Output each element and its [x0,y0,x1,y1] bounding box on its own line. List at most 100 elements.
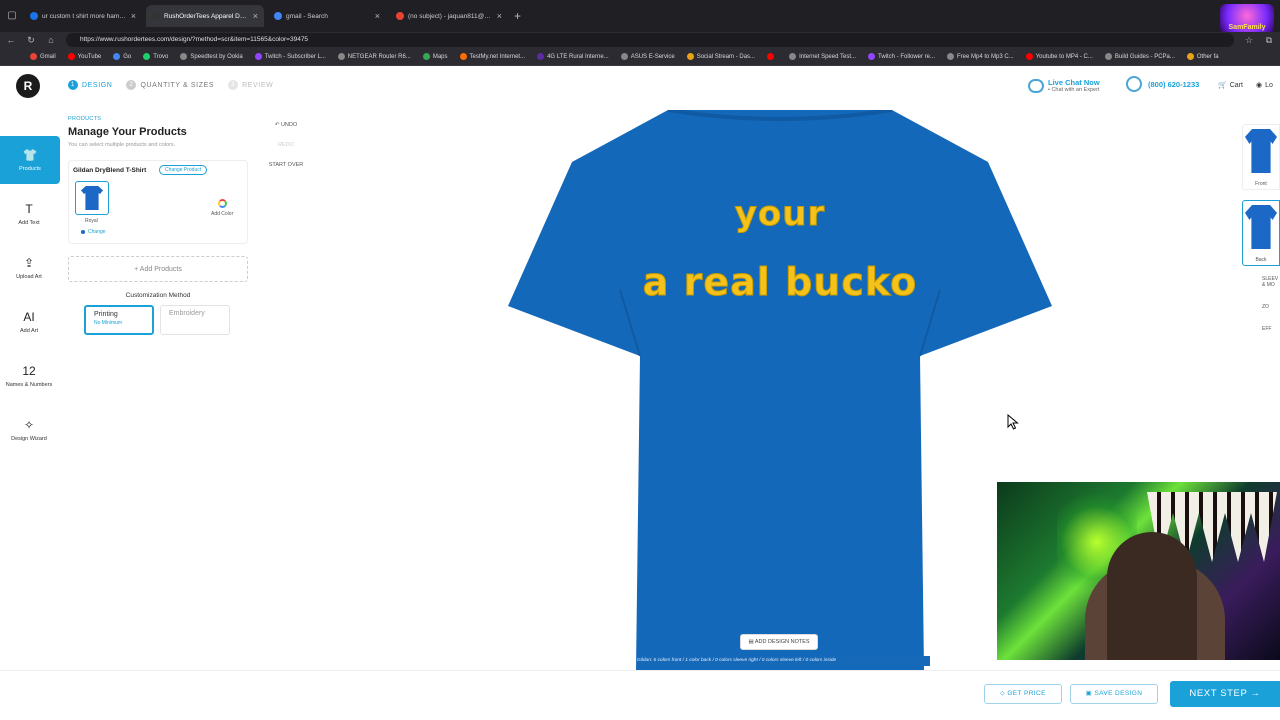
color-name: Royal [85,218,98,224]
view-option-link[interactable]: SLEEV & MO [1262,276,1280,288]
bookmark-label: Internet Speed Test... [799,53,856,60]
reload-icon[interactable]: ↻ [26,35,36,46]
sidebar-item-label: Design Wizard [11,436,47,442]
printing-label: Printing [94,311,118,318]
browser-tab[interactable]: (no subject) - jaquan811@gmail × [390,5,508,27]
product-card: Gildan DryBlend T-Shirt Change Product R… [68,160,248,244]
bookmark-item[interactable]: ASUS E-Service [620,53,675,60]
tab-close-icon[interactable]: × [131,11,136,21]
view-thumbnail [1245,205,1277,249]
bookmark-label: Maps [432,53,448,60]
sidebar-item-upload-art[interactable]: ⇪ Upload Art [0,244,58,292]
address-bar-row: ← ↻ ⌂ https://www.rushordertees.com/desi… [0,32,1280,48]
home-icon[interactable]: ⌂ [46,35,56,45]
save-design-button[interactable]: ▣ SAVE DESIGN [1070,684,1158,704]
bookmark-label: NETGEAR Router R6... [347,53,411,60]
sidebar-item-label: Add Text [18,220,40,226]
bookmark-item[interactable]: Internet Speed Test... [789,53,856,60]
tab-title: ur custom t shirt more hampton [42,12,127,20]
bookmark-item[interactable]: Youtube to MP4 - C... [1025,53,1093,60]
step-number: 1 [68,80,78,90]
webcam-overlay [997,482,1280,660]
add-notes-label: ADD DESIGN NOTES [754,639,810,645]
top-nav: R 1 DESIGN 2 QUANTITY & SIZES 3 REVIEW Live C… [0,66,1280,104]
sidebar-item-add-text[interactable]: T Add Text [0,190,58,238]
bookmark-item[interactable]: Social Stream - Das... [686,53,755,60]
bookmark-item[interactable]: TestMy.net Internet... [459,53,525,60]
next-step-button[interactable]: NEXT STEP → [1170,681,1280,707]
bookmark-item[interactable]: YouTube [67,53,101,60]
bookmark-item[interactable]: Speedtest by Ookla [180,53,243,60]
bookmark-item[interactable] [767,53,777,60]
bookmark-item[interactable]: Twitch - Follower re... [868,53,935,60]
bookmark-item[interactable]: Other fa [1186,53,1219,60]
bookmark-item[interactable]: Go [113,53,131,60]
bookmark-favicon-icon [459,53,467,60]
design-text-line-1[interactable]: your [500,194,1060,235]
bookmark-label: Twitch - Follower re... [878,53,936,60]
bookmark-item[interactable]: Trovo [143,53,168,60]
back-icon[interactable]: ← [6,35,16,45]
step-3[interactable]: 3 REVIEW [228,80,273,90]
sidebar-item-products[interactable]: 👕 Products [0,136,60,184]
browser-tab[interactable]: ur custom t shirt more hampton × [24,5,142,27]
view-option-link[interactable]: EFF [1262,326,1280,332]
panel-title: Manage Your Products [68,126,187,138]
sidebar-item-add-art[interactable]: AI Add Art [0,298,58,346]
change-product-button[interactable]: Change Product [159,165,208,175]
tab-close-icon[interactable]: × [375,11,380,21]
bookmark-label: 4G LTE Rural Interne... [547,53,609,60]
browser-tab[interactable]: RushOrderTees Apparel Design S × [146,5,264,27]
step-number: 3 [228,80,239,90]
bookmark-favicon-icon [113,53,121,60]
change-color-link[interactable]: Change [81,229,106,235]
bookmark-favicon-icon [180,53,188,60]
view-label: Front [1255,181,1267,187]
embroidery-option[interactable]: Embroidery [160,305,230,335]
view-front[interactable]: Front [1242,124,1280,190]
extensions-icon[interactable]: ⧉ [1264,35,1274,46]
cart-link[interactable]: 🛒 Cart [1218,81,1243,90]
tab-close-icon[interactable]: × [253,11,258,21]
new-tab-button[interactable]: + [514,9,521,23]
bookmark-favicon-icon [254,53,262,60]
bookmark-item[interactable]: Free Mp4 to Mp3 C... [947,53,1014,60]
add-color-button[interactable]: Add Color [211,199,233,217]
change-label: Change [88,229,106,235]
bookmark-item[interactable]: 4G LTE Rural Interne... [537,53,609,60]
step-1[interactable]: 1 DESIGN [68,80,112,90]
colors-summary: Gildan: 6 colors front / 1 color back / … [637,656,930,666]
add-design-notes-button[interactable]: ▤ ADD DESIGN NOTES [740,634,818,650]
view-option-link[interactable]: ZO [1262,304,1280,310]
design-text-line-2[interactable]: a real bucko [500,260,1060,305]
add-products-button[interactable]: + Add Products [68,256,248,282]
printing-option[interactable]: Printing No Minimum [84,305,154,335]
url-input[interactable]: https://www.rushordertees.com/design/?me… [66,33,1234,47]
window-menu-icon[interactable]: ▢ [4,8,20,24]
bookmark-item[interactable]: Twitch - Subscriber L... [254,53,326,60]
tab-close-icon[interactable]: × [497,11,502,21]
view-back[interactable]: Back [1242,200,1280,266]
browser-tab[interactable]: gmail - Search × [268,5,386,27]
bookmark-item[interactable]: NETGEAR Router R6... [337,53,411,60]
bookmark-item[interactable]: Maps [422,53,448,60]
site-logo[interactable]: R [16,74,40,98]
start-over-button[interactable]: START OVER [266,162,306,168]
undo-button[interactable]: ↶ UNDO [266,122,306,128]
sidebar-item-names-numbers[interactable]: 12 Names & Numbers [0,352,58,400]
design-canvas[interactable]: your a real bucko [500,110,1060,670]
sidebar-item-design-wizard[interactable]: ✧ Design Wizard [0,406,58,454]
bookmark-star-icon[interactable]: ☆ [1244,35,1254,46]
step-2[interactable]: 2 QUANTITY & SIZES [126,80,214,90]
get-price-button[interactable]: ⬦ GET PRICE [984,684,1062,704]
bookmark-item[interactable]: Build Guides - PCPa... [1104,53,1175,60]
login-link[interactable]: ◉ Lo [1256,81,1273,90]
bookmark-item[interactable]: Gmail [30,53,56,60]
live-chat-button[interactable]: Live Chat Now • Chat with an Expert [1028,78,1100,93]
product-color-thumb[interactable] [75,181,109,215]
bookmarks-bar: Gmail YouTube Go Trovo Speedtest by Ookla Twi… [0,48,1280,66]
sidebar-item-label: Upload Art [16,274,42,280]
phone-link[interactable]: (800) 620-1233 [1126,76,1199,92]
phone-number: (800) 620-1233 [1148,79,1200,89]
redo-button[interactable]: REDO [266,142,306,148]
